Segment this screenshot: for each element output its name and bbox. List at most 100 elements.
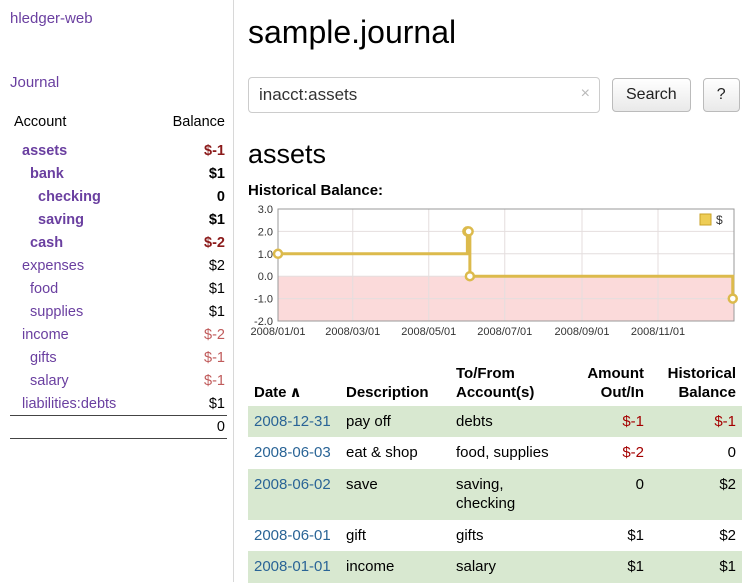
register-date-cell: 2008-06-03 bbox=[248, 437, 340, 469]
account-row: assets $-1 bbox=[10, 139, 227, 162]
account-name-cell: saving bbox=[10, 208, 151, 231]
sidebar-account-link[interactable]: income bbox=[22, 327, 69, 343]
search-button[interactable]: Search bbox=[612, 78, 691, 112]
transaction-date-link[interactable]: 2008-06-02 bbox=[254, 476, 331, 493]
main-content: sample.journal × Search ? assets Histori… bbox=[234, 0, 742, 582]
register-header-date[interactable]: Date∧ bbox=[248, 362, 340, 406]
register-header-description: Description bbox=[340, 362, 450, 406]
sidebar-account-balance: $-2 bbox=[151, 323, 227, 346]
transaction-date-link[interactable]: 2008-06-01 bbox=[254, 527, 331, 544]
account-row: bank $1 bbox=[10, 162, 227, 185]
clear-search-icon[interactable]: × bbox=[581, 85, 590, 103]
svg-text:2.0: 2.0 bbox=[258, 226, 273, 238]
account-heading: assets bbox=[248, 139, 742, 170]
svg-text:-1.0: -1.0 bbox=[254, 294, 273, 306]
sidebar-account-balance: $-1 bbox=[151, 369, 227, 392]
account-row: supplies$1 bbox=[10, 300, 227, 323]
accounts-header-account: Account bbox=[10, 112, 151, 139]
register-description-cell: eat & shop bbox=[340, 437, 450, 469]
account-name-cell: gifts bbox=[10, 346, 151, 369]
register-description-cell: income bbox=[340, 551, 450, 583]
register-accounts-cell: gifts bbox=[450, 520, 568, 552]
transaction-date-link[interactable]: 2008-06-03 bbox=[254, 444, 331, 461]
account-row: gifts$-1 bbox=[10, 346, 227, 369]
account-row: expenses $2 bbox=[10, 254, 227, 277]
register-header-balance: Historical Balance bbox=[650, 362, 742, 406]
sidebar-account-link[interactable]: expenses bbox=[22, 258, 84, 274]
register-date-cell: 2008-06-02 bbox=[248, 469, 340, 520]
account-name-cell: income bbox=[10, 323, 151, 346]
sidebar-account-balance: $1 bbox=[151, 277, 227, 300]
svg-text:2008/01/01: 2008/01/01 bbox=[250, 326, 305, 338]
sidebar-account-balance: $2 bbox=[151, 254, 227, 277]
search-input-wrap: × bbox=[248, 77, 600, 113]
sidebar-account-balance: $1 bbox=[151, 208, 227, 231]
svg-text:$: $ bbox=[716, 213, 723, 227]
date-header-label: Date bbox=[254, 384, 287, 401]
sidebar-account-link[interactable]: food bbox=[30, 281, 58, 297]
sidebar-account-link[interactable]: assets bbox=[22, 143, 67, 159]
register-amount-cell: $-2 bbox=[568, 437, 650, 469]
sidebar-account-link[interactable]: cash bbox=[30, 235, 63, 251]
account-name-cell: assets bbox=[10, 139, 151, 162]
chart-title: Historical Balance: bbox=[248, 182, 742, 199]
register-header-amount: Amount Out/In bbox=[568, 362, 650, 406]
account-name-cell: checking bbox=[10, 185, 151, 208]
sidebar-account-balance: $-1 bbox=[151, 139, 227, 162]
sidebar-account-balance: 0 bbox=[151, 185, 227, 208]
register-balance-cell: $1 bbox=[650, 551, 742, 583]
search-input[interactable] bbox=[248, 77, 600, 113]
register-balance-cell: 0 bbox=[650, 437, 742, 469]
register-row: 2008-06-01giftgifts$1$2 bbox=[248, 520, 742, 552]
sidebar-account-link[interactable]: bank bbox=[30, 166, 64, 182]
search-bar: × Search ? bbox=[248, 77, 742, 113]
app-window: hledger-web Journal Account Balance asse… bbox=[0, 0, 742, 582]
account-name-cell: food bbox=[10, 277, 151, 300]
register-header-accounts: To/From Account(s) bbox=[450, 362, 568, 406]
accounts-total-value: 0 bbox=[151, 416, 227, 439]
account-name-cell: salary bbox=[10, 369, 151, 392]
register-table: Date∧ Description To/From Account(s) Amo… bbox=[248, 362, 742, 583]
register-balance-cell: $-1 bbox=[650, 406, 742, 438]
register-amount-cell: $-1 bbox=[568, 406, 650, 438]
sidebar-item-journal[interactable]: Journal bbox=[10, 74, 59, 91]
accounts-total-row: 0 bbox=[10, 416, 227, 439]
register-row: 2008-12-31pay offdebts$-1$-1 bbox=[248, 406, 742, 438]
account-name-cell: expenses bbox=[10, 254, 151, 277]
accounts-table: Account Balance assets $-1 bank $1 checking 0… bbox=[10, 112, 227, 439]
sidebar-account-link[interactable]: salary bbox=[30, 373, 69, 389]
svg-text:2008/11/01: 2008/11/01 bbox=[631, 326, 685, 338]
register-description-cell: gift bbox=[340, 520, 450, 552]
register-amount-cell: $1 bbox=[568, 551, 650, 583]
accounts-header-row: Account Balance bbox=[10, 112, 227, 139]
register-date-cell: 2008-06-01 bbox=[248, 520, 340, 552]
register-description-cell: pay off bbox=[340, 406, 450, 438]
register-header-row: Date∧ Description To/From Account(s) Amo… bbox=[248, 362, 742, 406]
account-row: checking 0 bbox=[10, 185, 227, 208]
sidebar-account-balance: $-2 bbox=[151, 231, 227, 254]
register-amount-cell: $1 bbox=[568, 520, 650, 552]
account-row: food $1 bbox=[10, 277, 227, 300]
svg-text:0.0: 0.0 bbox=[258, 271, 273, 283]
sidebar-account-balance: $1 bbox=[151, 162, 227, 185]
account-name-cell: bank bbox=[10, 162, 151, 185]
sidebar-account-link[interactable]: saving bbox=[38, 212, 84, 228]
register-row: 2008-06-02savesaving, checking0$2 bbox=[248, 469, 742, 520]
sidebar-account-link[interactable]: supplies bbox=[30, 304, 83, 320]
register-accounts-cell: debts bbox=[450, 406, 568, 438]
account-name-cell: cash bbox=[10, 231, 151, 254]
sort-ascending-icon: ∧ bbox=[290, 384, 302, 401]
sidebar-account-link[interactable]: liabilities:debts bbox=[22, 396, 116, 412]
sidebar: hledger-web Journal Account Balance asse… bbox=[0, 0, 234, 582]
svg-text:2008/05/01: 2008/05/01 bbox=[401, 326, 456, 338]
account-row: saving $1 bbox=[10, 208, 227, 231]
transaction-date-link[interactable]: 2008-12-31 bbox=[254, 413, 331, 430]
register-accounts-cell: saving, checking bbox=[450, 469, 568, 520]
accounts-total-spacer bbox=[10, 416, 151, 439]
help-button[interactable]: ? bbox=[703, 78, 740, 112]
account-row: cash $-2 bbox=[10, 231, 227, 254]
transaction-date-link[interactable]: 2008-01-01 bbox=[254, 558, 331, 575]
sidebar-account-link[interactable]: checking bbox=[38, 189, 101, 205]
sidebar-account-link[interactable]: gifts bbox=[30, 350, 57, 366]
app-title-link[interactable]: hledger-web bbox=[10, 10, 93, 27]
